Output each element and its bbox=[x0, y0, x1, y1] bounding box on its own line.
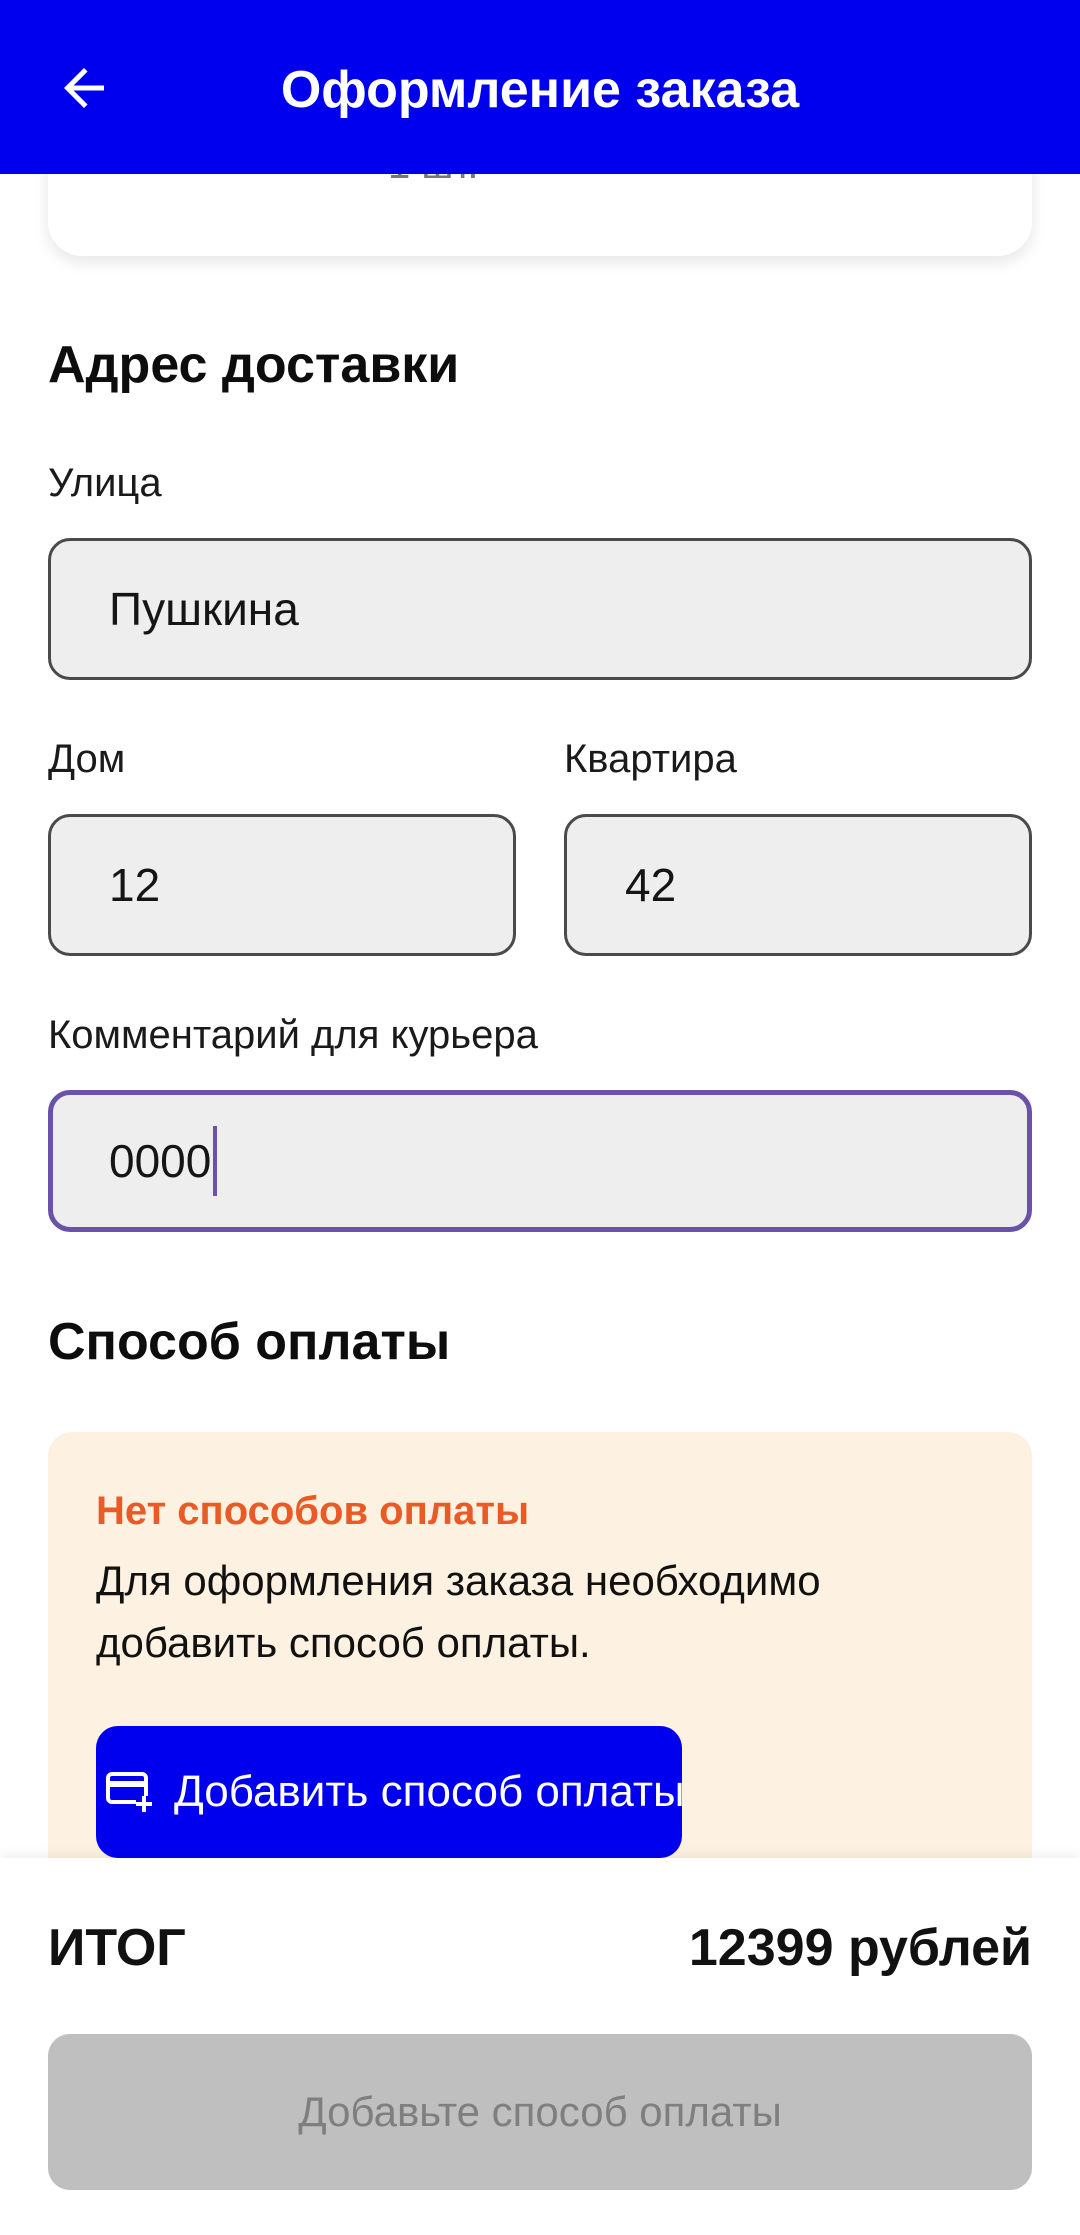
app-bar: Оформление заказа bbox=[0, 0, 1080, 174]
apartment-label: Квартира bbox=[564, 737, 737, 781]
text-cursor bbox=[213, 1126, 218, 1196]
street-field[interactable]: Пушкина bbox=[48, 538, 1032, 680]
credit-card-plus-icon bbox=[106, 1772, 152, 1812]
comment-label: Комментарий для курьера bbox=[48, 1013, 538, 1057]
submit-order-button[interactable]: Добавьте способ оплаты bbox=[48, 2034, 1032, 2190]
apartment-field[interactable]: 42 bbox=[564, 814, 1032, 956]
house-value: 12 bbox=[109, 859, 161, 911]
street-value: Пушкина bbox=[109, 583, 299, 635]
total-label: ИТОГ bbox=[48, 1919, 186, 1977]
add-payment-method-button[interactable]: Добавить способ оплаты bbox=[96, 1726, 682, 1858]
submit-order-label: Добавьте способ оплаты bbox=[298, 2088, 782, 2135]
comment-value: 0000 bbox=[109, 1135, 212, 1187]
notice-title: Нет способов оплаты bbox=[96, 1489, 530, 1533]
total-value: 12399 рублей bbox=[688, 1919, 1032, 1977]
checkout-screen: Оформление заказа 1 шт. Адрес доставки У… bbox=[0, 0, 1080, 2235]
payment-notice: Нет способов оплаты Для оформления заказ… bbox=[48, 1432, 1032, 1872]
add-payment-method-label: Добавить способ оплаты bbox=[174, 1767, 682, 1816]
house-label: Дом bbox=[48, 737, 126, 781]
house-field[interactable]: 12 bbox=[48, 814, 516, 956]
street-label: Улица bbox=[48, 461, 162, 505]
comment-field[interactable]: 0000 bbox=[48, 1090, 1032, 1232]
delivery-section-title: Адрес доставки bbox=[48, 336, 460, 394]
page-title: Оформление заказа bbox=[280, 61, 800, 119]
apartment-value: 42 bbox=[625, 859, 677, 911]
order-summary-bar: ИТОГ 12399 рублей Добавьте способ оплаты bbox=[0, 1858, 1080, 2235]
notice-text: Для оформления заказа необходимо добавит… bbox=[96, 1557, 821, 1666]
payment-section-title: Способ оплаты bbox=[48, 1313, 451, 1371]
